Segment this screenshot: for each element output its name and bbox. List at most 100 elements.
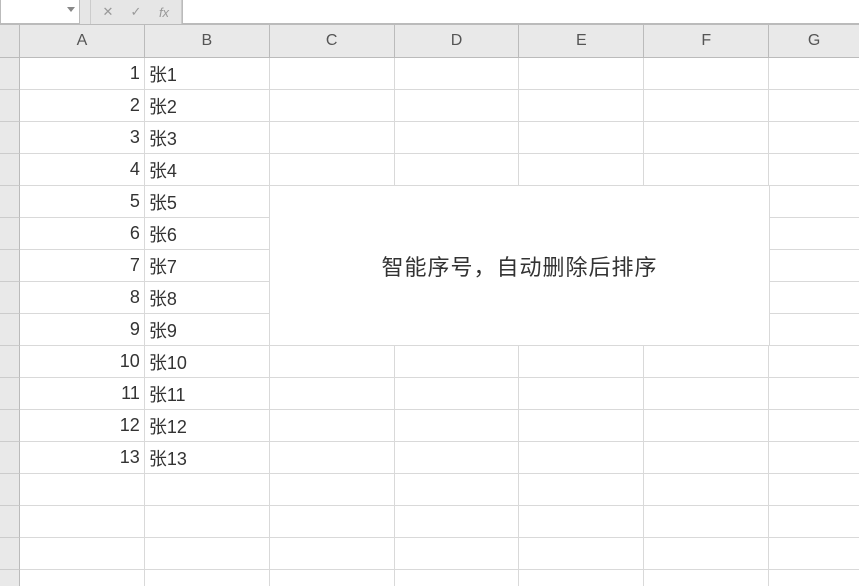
cell[interactable] xyxy=(644,570,769,586)
cancel-icon[interactable]: ✕ xyxy=(97,2,119,22)
column-header-C[interactable]: C xyxy=(270,25,395,57)
cell[interactable] xyxy=(395,442,520,474)
cell[interactable] xyxy=(644,410,769,442)
cell[interactable] xyxy=(644,346,769,378)
formula-input[interactable] xyxy=(182,0,859,24)
cell[interactable]: 张7 xyxy=(145,250,270,282)
cell[interactable] xyxy=(395,154,520,186)
cell[interactable] xyxy=(644,378,769,410)
cell[interactable] xyxy=(769,250,859,282)
cell[interactable] xyxy=(644,506,769,538)
cell[interactable] xyxy=(519,506,644,538)
cell[interactable]: 13 xyxy=(20,442,145,474)
cell[interactable] xyxy=(270,410,395,442)
cell[interactable] xyxy=(145,538,270,570)
cell[interactable] xyxy=(145,506,270,538)
cell[interactable] xyxy=(395,58,520,90)
cell[interactable] xyxy=(395,346,520,378)
cell[interactable] xyxy=(769,442,859,474)
cell[interactable] xyxy=(769,378,859,410)
cell[interactable] xyxy=(769,122,859,154)
cell[interactable] xyxy=(395,506,520,538)
row-header[interactable] xyxy=(0,154,20,186)
row-header[interactable] xyxy=(0,346,20,378)
cell[interactable] xyxy=(270,442,395,474)
row-header[interactable] xyxy=(0,58,20,90)
cell[interactable] xyxy=(395,474,520,506)
cell[interactable] xyxy=(769,58,859,90)
cell[interactable]: 8 xyxy=(20,282,145,314)
cell[interactable] xyxy=(20,570,145,586)
cell[interactable] xyxy=(769,282,859,314)
row-header[interactable] xyxy=(0,314,20,346)
cell[interactable] xyxy=(395,90,520,122)
row-header[interactable] xyxy=(0,410,20,442)
cell[interactable] xyxy=(270,506,395,538)
cell[interactable] xyxy=(145,570,270,586)
column-header-B[interactable]: B xyxy=(145,25,270,57)
cell[interactable]: 6 xyxy=(20,218,145,250)
name-box[interactable] xyxy=(0,0,80,24)
cell[interactable] xyxy=(270,570,395,586)
cell[interactable] xyxy=(769,218,859,250)
cell[interactable]: 张8 xyxy=(145,282,270,314)
cell[interactable]: 7 xyxy=(20,250,145,282)
row-header[interactable] xyxy=(0,90,20,122)
row-header[interactable] xyxy=(0,506,20,538)
row-header[interactable] xyxy=(0,474,20,506)
row-header[interactable] xyxy=(0,186,20,218)
cell[interactable] xyxy=(519,154,644,186)
cell[interactable] xyxy=(769,346,859,378)
cell[interactable] xyxy=(769,570,859,586)
cell[interactable] xyxy=(270,346,395,378)
cell[interactable] xyxy=(270,474,395,506)
cell[interactable]: 张11 xyxy=(145,378,270,410)
row-header[interactable] xyxy=(0,250,20,282)
cell[interactable]: 11 xyxy=(20,378,145,410)
cell[interactable]: 10 xyxy=(20,346,145,378)
row-header[interactable] xyxy=(0,442,20,474)
row-header[interactable] xyxy=(0,122,20,154)
cell[interactable]: 张10 xyxy=(145,346,270,378)
cell[interactable]: 张9 xyxy=(145,314,270,346)
cell[interactable] xyxy=(270,90,395,122)
cell[interactable] xyxy=(519,474,644,506)
cell[interactable]: 张4 xyxy=(145,154,270,186)
cell[interactable] xyxy=(769,474,859,506)
cell[interactable] xyxy=(270,538,395,570)
cell[interactable] xyxy=(519,378,644,410)
cell[interactable] xyxy=(644,58,769,90)
cell[interactable] xyxy=(395,378,520,410)
cell[interactable] xyxy=(270,122,395,154)
cell[interactable] xyxy=(20,506,145,538)
cell[interactable] xyxy=(769,506,859,538)
cell[interactable]: 张6 xyxy=(145,218,270,250)
cell[interactable] xyxy=(519,122,644,154)
cell[interactable] xyxy=(519,58,644,90)
cell[interactable] xyxy=(769,314,859,346)
cell[interactable] xyxy=(519,538,644,570)
row-header[interactable] xyxy=(0,282,20,314)
cell[interactable]: 张2 xyxy=(145,90,270,122)
column-header-D[interactable]: D xyxy=(395,25,520,57)
cell[interactable] xyxy=(519,442,644,474)
cell[interactable] xyxy=(519,570,644,586)
cell[interactable]: 张5 xyxy=(145,186,270,218)
cell[interactable] xyxy=(519,346,644,378)
cell[interactable] xyxy=(769,154,859,186)
cell[interactable]: 1 xyxy=(20,58,145,90)
cell[interactable] xyxy=(769,186,859,218)
merged-annotation-cell[interactable]: 智能序号，自动删除后排序 xyxy=(270,186,770,346)
row-header[interactable] xyxy=(0,378,20,410)
cell[interactable]: 5 xyxy=(20,186,145,218)
column-header-E[interactable]: E xyxy=(519,25,644,57)
cell[interactable] xyxy=(270,154,395,186)
row-header[interactable] xyxy=(0,218,20,250)
column-header-A[interactable]: A xyxy=(20,25,145,57)
cell[interactable] xyxy=(270,58,395,90)
cell[interactable]: 9 xyxy=(20,314,145,346)
cell[interactable]: 3 xyxy=(20,122,145,154)
cell[interactable] xyxy=(20,474,145,506)
cell[interactable] xyxy=(395,570,520,586)
confirm-icon[interactable]: ✓ xyxy=(125,2,147,22)
